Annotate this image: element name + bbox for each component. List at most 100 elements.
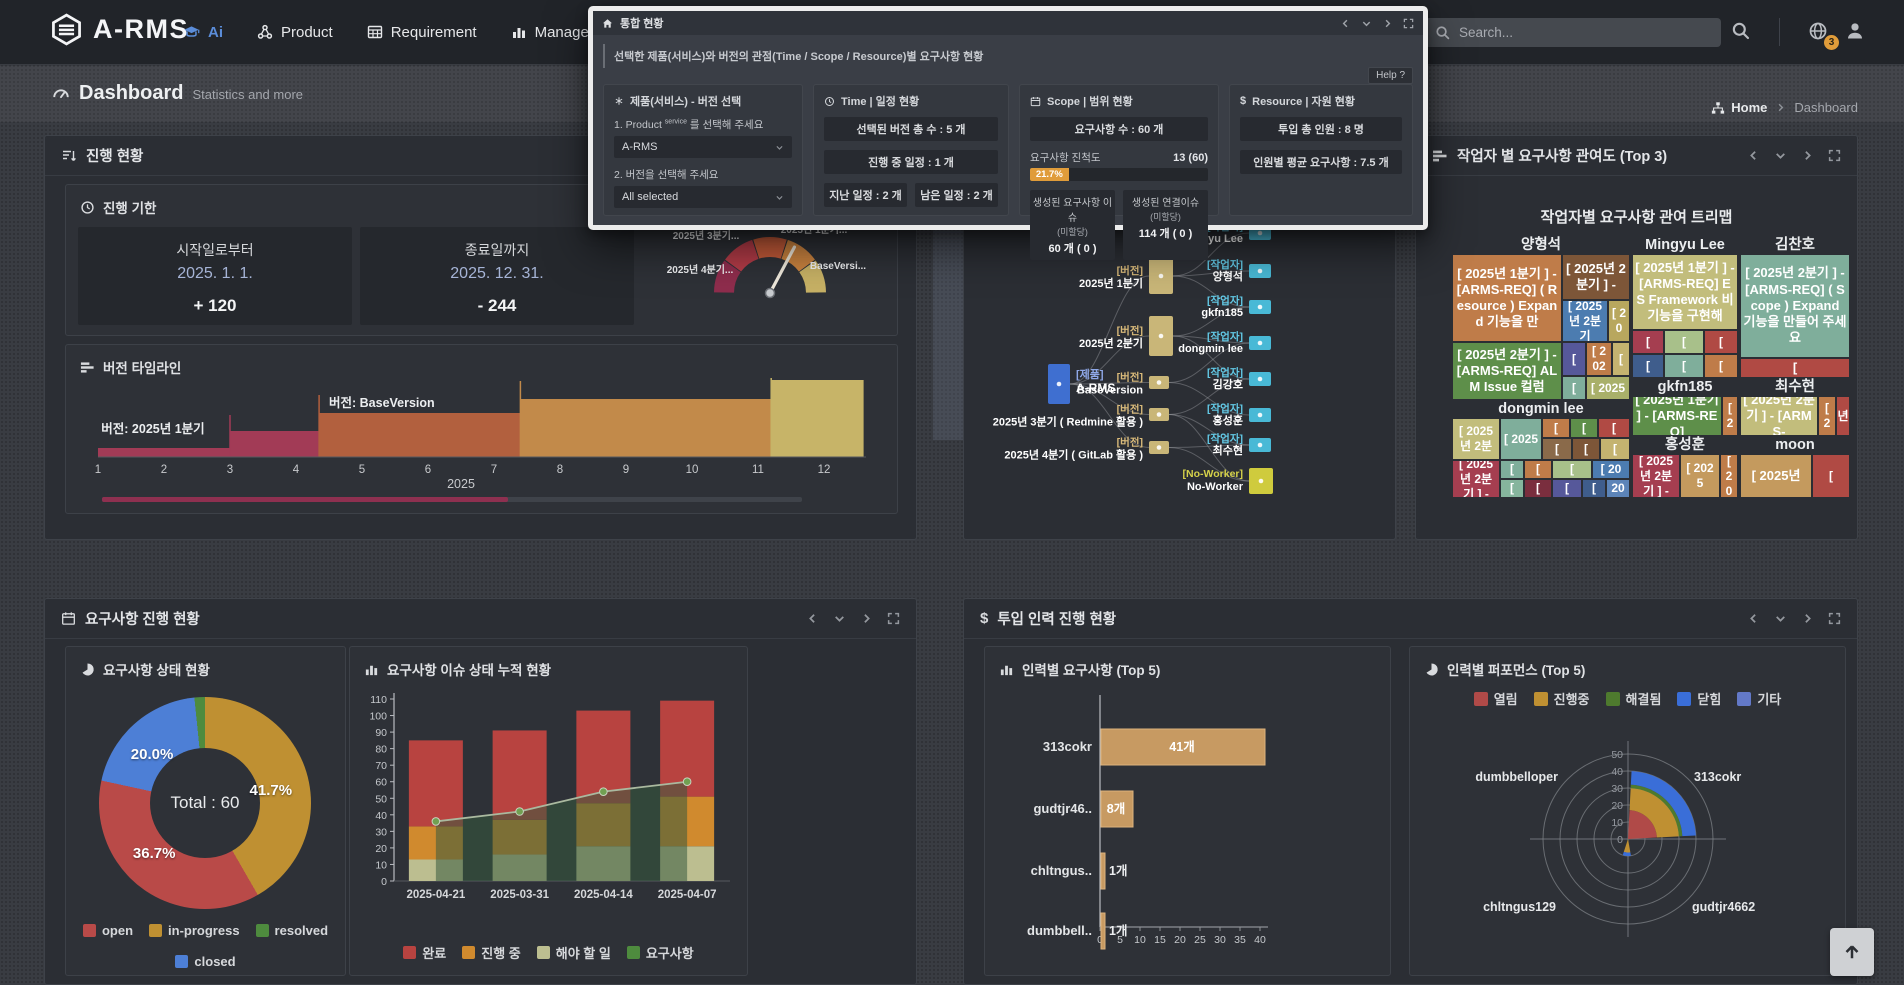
treemap-tile[interactable]: [ bbox=[1665, 331, 1703, 353]
chevron-left-icon[interactable] bbox=[1747, 149, 1760, 162]
legend-item[interactable]: 완료 bbox=[403, 943, 446, 962]
issue-stack-chart[interactable]: 01020304050607080901001102025-04-212025-… bbox=[360, 685, 739, 937]
line-point[interactable] bbox=[683, 778, 691, 786]
legend-item[interactable]: open bbox=[83, 923, 133, 938]
treemap-tile[interactable]: [ bbox=[1613, 343, 1629, 375]
treemap-tile[interactable]: [ bbox=[1583, 480, 1605, 497]
chevron-left-icon[interactable] bbox=[806, 612, 819, 625]
expand-icon[interactable] bbox=[1828, 149, 1841, 162]
treemap-tile[interactable]: [ 2025년 2분기 ] - [ARMS- bbox=[1741, 397, 1817, 435]
chevron-right-icon[interactable] bbox=[1801, 612, 1814, 625]
treemap-tile[interactable]: [ 2025년 2분기 ] - [ARMS-REQ] ALM Issue 컬럼 bbox=[1453, 343, 1561, 399]
expand-icon[interactable] bbox=[1403, 18, 1414, 29]
treemap-tile[interactable]: [ 2025년 2분기 bbox=[1563, 301, 1607, 341]
timeline-zoombar[interactable] bbox=[102, 497, 802, 502]
treemap-tile[interactable]: [ 2025 bbox=[1587, 377, 1629, 399]
treemap-tile[interactable]: [ bbox=[1543, 419, 1569, 437]
chevron-right-icon[interactable] bbox=[1801, 149, 1814, 162]
timeline-bar[interactable] bbox=[230, 431, 319, 457]
treemap-tile[interactable]: [ bbox=[1573, 439, 1599, 459]
legend-item[interactable]: 닫힘 bbox=[1677, 689, 1721, 708]
expand-icon[interactable] bbox=[887, 612, 900, 625]
legend-item[interactable]: 진행 중 bbox=[462, 943, 521, 962]
treemap-tile[interactable]: [ 2025년 2분기 ] - bbox=[1453, 461, 1499, 497]
treemap-tile[interactable]: [ 2025년 1분기 ] - [ARMS-REQ] bbox=[1633, 397, 1721, 435]
treemap-tile[interactable]: [ bbox=[1571, 419, 1597, 437]
menu-item-product[interactable]: Product bbox=[257, 24, 333, 41]
treemap-tile[interactable]: [ 2025년 bbox=[1741, 455, 1811, 497]
legend-item[interactable]: 진행중 bbox=[1534, 689, 1590, 708]
scroll-top-button[interactable] bbox=[1830, 928, 1874, 976]
chevron-right-icon[interactable] bbox=[1382, 18, 1393, 29]
polar-wedge[interactable] bbox=[1624, 839, 1631, 853]
treemap-tile[interactable]: [ bbox=[1543, 439, 1571, 459]
treemap-tile[interactable]: [ 2025년 2분 bbox=[1453, 419, 1499, 459]
chevron-down-icon[interactable] bbox=[1361, 18, 1372, 29]
timeline-bar[interactable] bbox=[520, 399, 777, 457]
chevron-down-icon[interactable] bbox=[1774, 612, 1787, 625]
line-point[interactable] bbox=[432, 818, 440, 826]
legend-item[interactable]: 해야 할 일 bbox=[537, 943, 611, 962]
treemap-tile[interactable]: 20 bbox=[1607, 480, 1629, 497]
line-point[interactable] bbox=[516, 808, 524, 816]
treemap-tile[interactable]: [ bbox=[1563, 377, 1585, 399]
treemap-tile[interactable]: [ bbox=[1525, 461, 1551, 478]
treemap-tile[interactable]: [ bbox=[1741, 359, 1849, 377]
search-button[interactable] bbox=[1731, 21, 1750, 40]
stack-bar-segment[interactable] bbox=[409, 740, 463, 826]
treemap-tile[interactable]: [ 2 bbox=[1723, 397, 1737, 435]
treemap-tile[interactable]: [ 2025년 2분기 ] - [ARMS-REQ] ( Scope ) Exp… bbox=[1741, 255, 1849, 357]
menu-item-requirement[interactable]: Requirement bbox=[367, 24, 477, 41]
legend-item[interactable]: resolved bbox=[256, 923, 328, 938]
gauge-segment[interactable] bbox=[753, 237, 786, 259]
breadcrumb-home[interactable]: Home bbox=[1711, 100, 1767, 115]
timeline-bar[interactable] bbox=[319, 413, 520, 457]
chevron-left-icon[interactable] bbox=[1747, 612, 1760, 625]
legend-item[interactable]: 기타 bbox=[1737, 689, 1781, 708]
timeline-bar[interactable] bbox=[771, 380, 863, 457]
treemap-tile[interactable]: [ bbox=[1501, 461, 1523, 478]
treemap-tile[interactable]: [ 2025 bbox=[1681, 455, 1719, 497]
treemap-tile[interactable]: [ 20 bbox=[1609, 301, 1629, 341]
product-select[interactable]: A-RMS bbox=[614, 136, 792, 158]
version-gauge-chart[interactable]: 2025년 4분기...2025년 3분기...2025년 2분기..2025년… bbox=[666, 213, 878, 335]
chevron-right-icon[interactable] bbox=[860, 612, 873, 625]
line-point[interactable] bbox=[600, 788, 608, 796]
search-input[interactable] bbox=[1459, 25, 1711, 40]
treemap-tile[interactable]: [ 2 bbox=[1819, 397, 1835, 435]
treemap-tile[interactable]: [ bbox=[1553, 480, 1581, 497]
version-select[interactable]: All selected bbox=[614, 186, 792, 208]
chevron-down-icon[interactable] bbox=[1774, 149, 1787, 162]
treemap-tile[interactable]: [ bbox=[1525, 480, 1551, 497]
version-timeline-chart[interactable]: 버전: 2025년 1분기버전: BaseVersion123456789101… bbox=[74, 377, 890, 491]
treemap-tile[interactable]: [ bbox=[1633, 355, 1663, 377]
treemap-tile[interactable]: [ bbox=[1601, 439, 1629, 459]
treemap-tile[interactable]: [ bbox=[1501, 480, 1523, 497]
status-donut-chart[interactable]: Total : 60 41.7%36.7%20.0% bbox=[99, 697, 311, 909]
treemap-tile[interactable]: [ 2025년 2분기 ] - bbox=[1563, 255, 1629, 299]
worker-req-chart[interactable]: 0510152025303540313cokr41개gudtjr46..8개ch… bbox=[995, 687, 1382, 965]
treemap-tile[interactable]: [ bbox=[1563, 343, 1585, 375]
legend-item[interactable]: 해결됨 bbox=[1606, 689, 1662, 708]
help-button[interactable]: Help ? bbox=[1368, 67, 1413, 84]
hbar-bar[interactable] bbox=[1101, 853, 1105, 889]
treemap-tile[interactable]: [ 2025년 2분기 ] - bbox=[1633, 455, 1679, 497]
treemap-tile[interactable]: [ 2025년 1분기 ] - [ARMS-REQ] ES Framework … bbox=[1633, 255, 1737, 329]
hbar-bar[interactable] bbox=[1101, 913, 1105, 949]
legend-item[interactable]: in-progress bbox=[149, 923, 240, 938]
treemap-tile[interactable]: [ 2025년 1분기 ] - [ARMS-REQ] ( Resource ) … bbox=[1453, 255, 1561, 341]
user-button[interactable] bbox=[1845, 21, 1865, 41]
treemap-tile[interactable]: [ bbox=[1813, 455, 1849, 497]
treemap-tile[interactable]: [ bbox=[1599, 419, 1629, 437]
chevron-left-icon[interactable] bbox=[1340, 18, 1351, 29]
treemap-tile[interactable]: [ bbox=[1553, 461, 1591, 478]
treemap-tile[interactable]: [ bbox=[1665, 355, 1703, 377]
expand-icon[interactable] bbox=[1828, 612, 1841, 625]
menu-item-ai[interactable]: Ai bbox=[183, 24, 223, 41]
treemap-tile[interactable]: [ 202 bbox=[1587, 343, 1611, 375]
treemap-tile[interactable]: [ bbox=[1633, 331, 1663, 353]
treemap-tile[interactable]: [ bbox=[1705, 331, 1737, 353]
performance-polar-chart[interactable]: 01020304050dumbbelloper313cokrchltngus12… bbox=[1418, 717, 1838, 967]
treemap-tile[interactable]: [ 2025 bbox=[1501, 419, 1541, 459]
legend-item[interactable]: 열림 bbox=[1474, 689, 1518, 708]
